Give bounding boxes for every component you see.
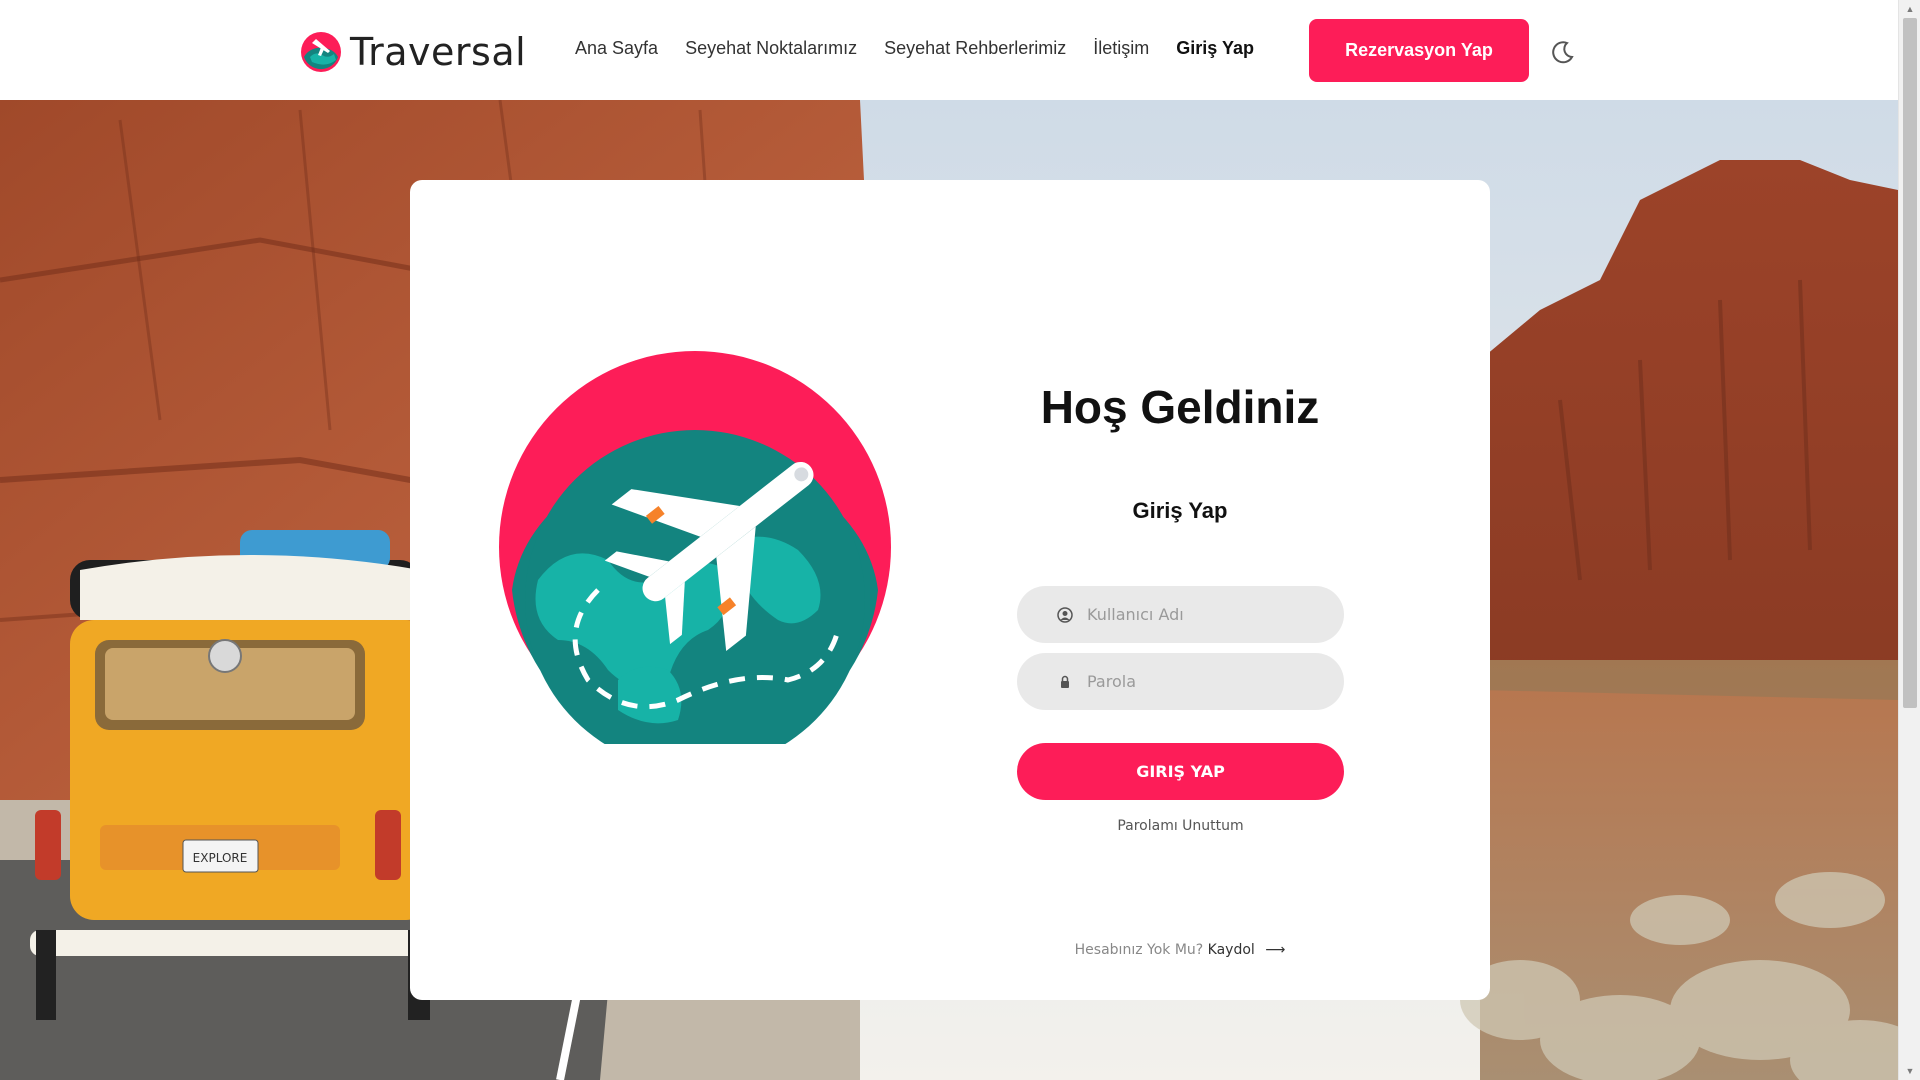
forgot-password-link[interactable]: Parolamı Unuttum — [1017, 818, 1344, 834]
scroll-up-arrow-icon[interactable]: ▲ — [1899, 0, 1920, 18]
brand-name: Traversal — [350, 30, 527, 74]
license-plate-text: EXPLORE — [193, 851, 248, 865]
welcome-title: Hoş Geldiniz — [1040, 381, 1320, 433]
main-nav: Ana Sayfa Seyehat Noktalarımız Seyehat R… — [575, 38, 1281, 59]
login-submit-button[interactable]: GIRIŞ YAP — [1017, 743, 1344, 800]
user-icon — [1057, 606, 1073, 623]
password-input[interactable] — [1087, 672, 1327, 691]
scroll-thumb[interactable] — [1903, 18, 1917, 708]
nav-link-home[interactable]: Ana Sayfa — [575, 38, 658, 59]
moon-icon[interactable] — [1548, 38, 1576, 66]
arrow-right-icon[interactable]: ⟶ — [1265, 942, 1285, 958]
lock-icon — [1061, 675, 1069, 688]
signup-link[interactable]: Kaydol — [1208, 942, 1255, 958]
logo-globe-icon — [301, 32, 341, 72]
nav-link-destinations[interactable]: Seyehat Noktalarımız — [685, 38, 857, 59]
van-illustration: EXPLORE — [30, 530, 430, 1020]
login-subtitle: Giriş Yap — [1132, 498, 1228, 523]
signup-row: Hesabınız Yok Mu? Kaydol ⟶ — [1000, 942, 1360, 958]
brand-logo[interactable]: Traversal — [300, 30, 526, 74]
top-navbar: Traversal Ana Sayfa Seyehat Noktalarımız… — [0, 0, 1898, 100]
signup-prompt: Hesabınız Yok Mu? — [1074, 942, 1204, 958]
nav-link-login[interactable]: Giriş Yap — [1176, 38, 1254, 59]
travel-globe-illustration — [499, 351, 891, 744]
username-field[interactable] — [1017, 586, 1344, 643]
nav-link-guides[interactable]: Seyehat Rehberlerimiz — [884, 38, 1066, 59]
reservation-button[interactable]: Rezervasyon Yap — [1309, 19, 1529, 82]
scroll-down-arrow-icon[interactable]: ▼ — [1899, 1062, 1920, 1080]
nav-link-contact[interactable]: İletişim — [1093, 38, 1149, 59]
page-scrollbar[interactable]: ▲ ▼ — [1898, 0, 1920, 1080]
login-card: Hoş Geldiniz Giriş Yap GIRIŞ YAP Parolam… — [410, 180, 1490, 1000]
username-input[interactable] — [1087, 605, 1327, 624]
password-field[interactable] — [1017, 653, 1344, 710]
